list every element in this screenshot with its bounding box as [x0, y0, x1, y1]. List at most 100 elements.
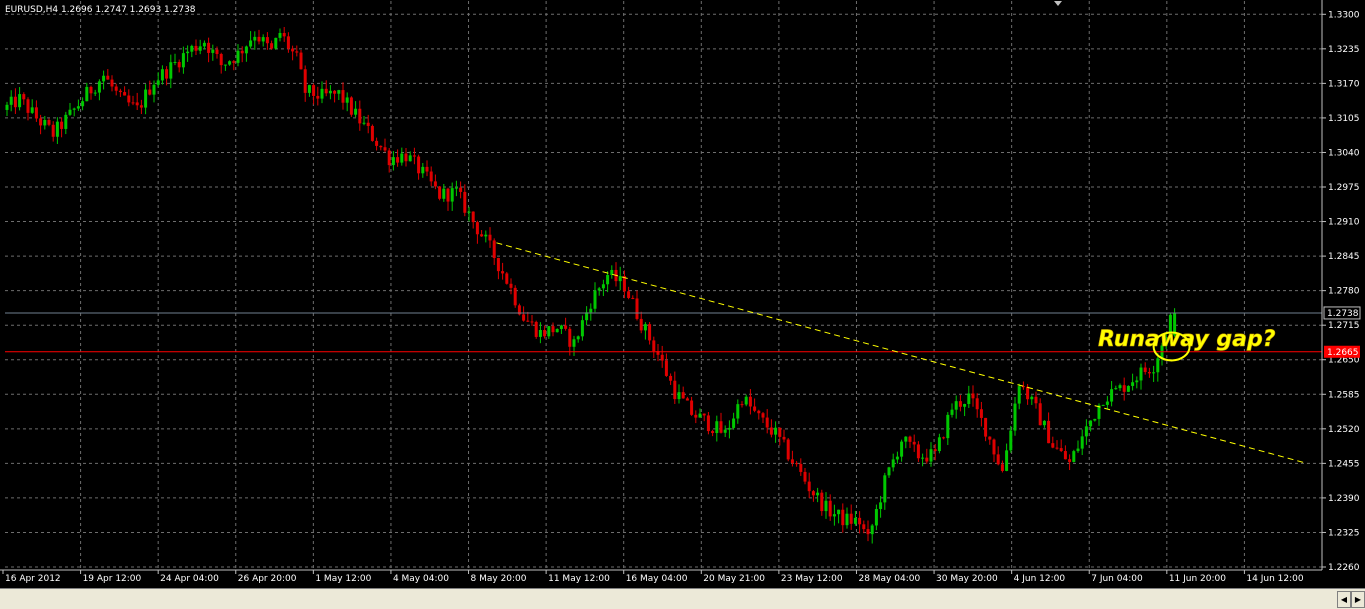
candle-body [732, 418, 736, 428]
time-tick-label: 11 Jun 20:00 [1169, 574, 1226, 584]
candle-body [135, 102, 139, 106]
candle-body [1131, 382, 1135, 386]
candle-body [501, 271, 505, 274]
candle-body [618, 276, 622, 282]
candle-body [702, 413, 706, 416]
candle-body [450, 188, 454, 202]
candle-body [841, 509, 845, 526]
candle-body [803, 471, 807, 482]
candle-body [916, 444, 920, 459]
bid-price-label: 1.2665 [1327, 348, 1359, 358]
candle-body [975, 398, 979, 410]
price-tick-label: 1.2455 [1328, 459, 1360, 469]
candle-body [286, 36, 290, 49]
candle [505, 271, 509, 285]
candle-body [18, 94, 22, 108]
candle-body [316, 95, 320, 99]
candle-body [144, 89, 148, 108]
candle-body [874, 509, 878, 526]
price-chart[interactable]: 1.3300 1.3235 1.3170 1.3105 1.3040 1.2975 1.29… [0, 0, 1365, 588]
candle-body [249, 40, 253, 47]
candle-body [979, 409, 983, 418]
candle-body [849, 513, 853, 524]
candle-body [240, 50, 244, 54]
candle-body [664, 360, 668, 376]
candle-body [207, 42, 211, 53]
candle-body [379, 145, 383, 148]
candle-body [895, 456, 899, 460]
candle-body [228, 61, 232, 65]
candle-body [97, 81, 101, 93]
candle [1101, 404, 1105, 406]
candle-body [858, 517, 862, 525]
candle [517, 303, 521, 316]
candle-body [551, 326, 555, 333]
scroll-left-icon[interactable]: ◀ [1337, 590, 1351, 608]
candle-body [513, 287, 517, 306]
candle-body [677, 392, 681, 400]
candle-body [954, 401, 958, 410]
candle-body [992, 439, 996, 455]
chart-area[interactable]: 1.3300 1.3235 1.3170 1.3105 1.3040 1.2975 1.29… [0, 0, 1365, 588]
candle-body [753, 406, 757, 411]
time-tick-label: 4 Jun 12:00 [1014, 574, 1066, 584]
time-tick-label: 11 May 12:00 [548, 574, 610, 584]
candle-body [446, 188, 450, 202]
candle-body [576, 336, 580, 340]
candle-body [383, 147, 387, 151]
candle-body [740, 404, 744, 406]
candle-body [669, 375, 673, 381]
candle [299, 50, 303, 70]
candle-body [606, 274, 610, 285]
price-tick-label: 1.2585 [1328, 390, 1360, 400]
candle-body [81, 101, 85, 107]
candle-body [421, 166, 425, 174]
candle-body [543, 330, 547, 337]
candle-body [988, 436, 992, 440]
candle-body [417, 156, 421, 174]
candle-body [870, 525, 874, 535]
candle-body [1122, 385, 1126, 392]
candle-body [1072, 451, 1076, 462]
candle-body [5, 104, 9, 110]
time-tick-label: 16 May 04:00 [626, 574, 688, 584]
price-tick-label: 1.2845 [1328, 252, 1360, 262]
price-tick-label: 1.2390 [1328, 494, 1360, 504]
candle-body [93, 92, 97, 94]
scroll-right-icon[interactable]: ▶ [1351, 590, 1365, 608]
candle-body [937, 437, 941, 452]
candle-body [34, 107, 38, 119]
candle-body [148, 89, 152, 95]
candle-body [698, 413, 702, 418]
candle-body [429, 171, 433, 182]
price-tick-label: 1.2715 [1328, 321, 1360, 331]
candle-body [341, 90, 345, 103]
candle-body [467, 211, 471, 213]
candle-body [387, 150, 391, 166]
candle-body [744, 396, 748, 405]
candle [370, 124, 374, 142]
candle-body [333, 90, 337, 94]
candle [786, 437, 790, 462]
candle-body [757, 410, 761, 414]
candle-body [438, 186, 442, 199]
candle-body [778, 427, 782, 437]
candle-body [1093, 418, 1097, 421]
candle-body [1009, 430, 1013, 451]
candle-body [223, 64, 227, 66]
candle-body [295, 51, 299, 53]
candle-body [1068, 459, 1072, 462]
time-tick-label: 28 May 04:00 [858, 574, 920, 584]
candle [513, 285, 517, 308]
candle-body [887, 467, 891, 476]
candle-body [711, 431, 715, 434]
candle-body [1139, 367, 1143, 381]
candle-body [282, 32, 286, 37]
price-tick-label: 1.2325 [1328, 528, 1360, 538]
candle-body [299, 52, 303, 70]
candle-body [1084, 426, 1088, 437]
candle-body [925, 457, 929, 462]
candle-body [845, 513, 849, 526]
ask-price-label: 1.2738 [1327, 309, 1359, 319]
candle-body [110, 79, 114, 87]
